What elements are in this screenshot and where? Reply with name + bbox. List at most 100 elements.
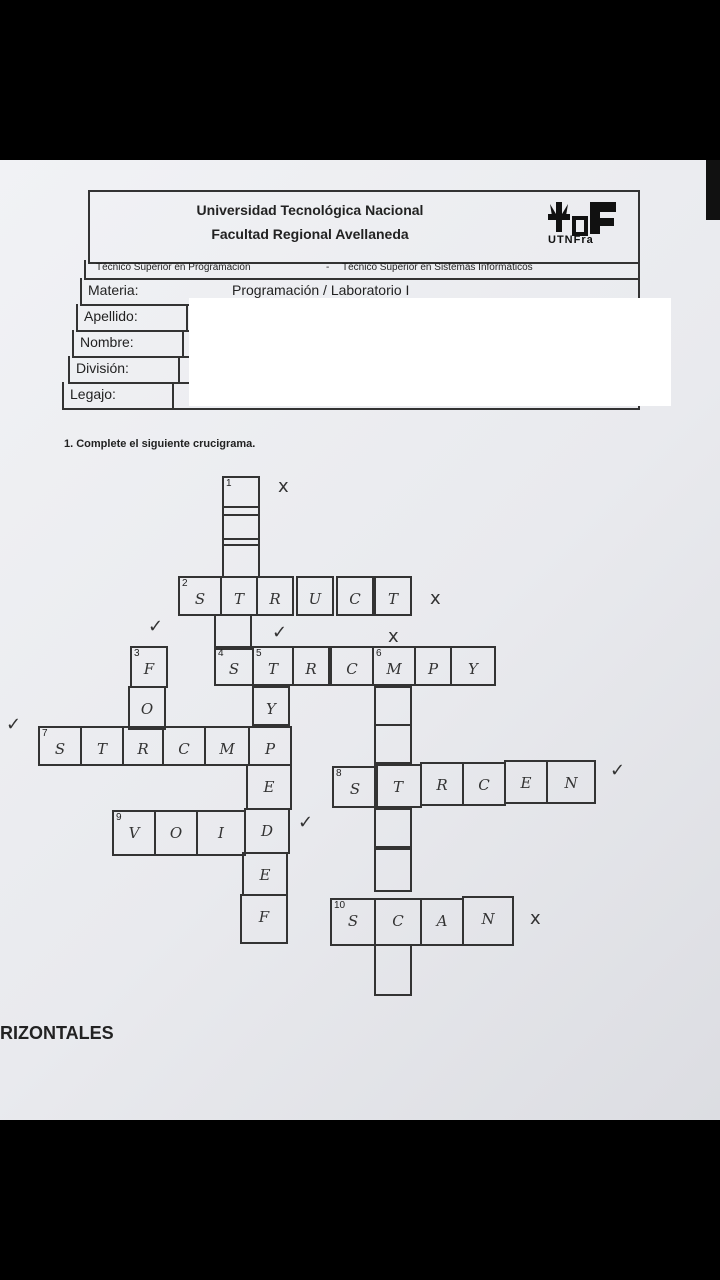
cell-letter: S <box>349 780 361 798</box>
exam-paper: Universidad Tecnológica Nacional Faculta… <box>0 160 720 1120</box>
crossword-cell: E <box>504 760 548 804</box>
careers-row: Técnico Superior en Programación - Técni… <box>84 260 640 280</box>
cell-letter: C <box>178 740 190 758</box>
cell-letter: V <box>128 824 140 842</box>
cell-letter: P <box>264 740 276 758</box>
cell-letter: R <box>269 590 281 608</box>
clue-number: 5 <box>256 648 262 659</box>
crossword-cell: P <box>248 726 292 766</box>
clue-number: 7 <box>42 728 48 739</box>
crossword-cell <box>374 686 412 726</box>
materia-value: Programación / Laboratorio I <box>232 282 410 298</box>
crossword-cell: I <box>196 810 246 856</box>
apellido-label: Apellido: <box>84 308 138 324</box>
crossword-cell <box>374 944 412 996</box>
cell-letter: C <box>346 660 358 678</box>
career-programming: Técnico Superior en Programación <box>96 262 251 273</box>
clue-number: 1 <box>226 478 232 489</box>
cell-letter: N <box>564 774 578 792</box>
crossword-cell: R <box>122 726 164 766</box>
cell-letter: I <box>218 824 224 842</box>
crossword-cell: C <box>330 646 374 686</box>
crossword-cell: U <box>296 576 334 616</box>
cell-letter: M <box>386 660 402 678</box>
legajo-divider <box>172 382 174 408</box>
crossword-cell: 10 S <box>330 898 376 946</box>
cell-letter: O <box>169 824 183 842</box>
crossword-cell <box>374 724 412 764</box>
legajo-label: Legajo: <box>70 386 116 402</box>
clue-number: 10 <box>334 900 346 911</box>
cell-letter: D <box>260 822 274 840</box>
crossword-cell: 7S <box>38 726 82 766</box>
check-mark: ✓ <box>148 616 164 637</box>
cell-letter: T <box>387 590 398 608</box>
crossword-cell: C <box>336 576 374 616</box>
logo-text: UTNFra <box>548 234 594 246</box>
crossword-cell: 9V <box>112 810 156 856</box>
crossword-cell: P <box>414 646 452 686</box>
clue-number: 2 <box>182 578 188 589</box>
cell-letter: C <box>478 776 490 794</box>
cell-letter: S <box>228 660 240 678</box>
nombre-divider <box>182 330 184 356</box>
division-divider <box>178 356 180 382</box>
crossword-cell <box>374 808 412 848</box>
cell-letter: O <box>140 700 154 718</box>
crossword-cell: 3F <box>130 646 168 688</box>
cell-letter: Y <box>468 660 478 678</box>
cell-letter: R <box>137 740 149 758</box>
cell-letter: U <box>308 590 322 608</box>
cell-letter: T <box>233 590 244 608</box>
cross-mark: x <box>388 626 399 647</box>
crossword-cell: T <box>374 576 412 616</box>
check-mark: ✓ <box>272 622 288 643</box>
crossword-cell: 2S <box>178 576 222 616</box>
cell-letter: A <box>436 912 448 930</box>
crossword-cell: T <box>80 726 124 766</box>
check-mark: ✓ <box>298 812 314 833</box>
clue-number: 8 <box>336 768 342 779</box>
crossword-cell <box>222 538 260 578</box>
cell-letter: R <box>436 776 448 794</box>
cell-letter: C <box>349 590 361 608</box>
cell-letter: E <box>263 778 275 796</box>
paper-edge-shadow <box>706 160 720 220</box>
cross-mark: x <box>530 908 541 929</box>
crossword-cell: R <box>420 762 464 806</box>
crossword-cell: E <box>242 852 288 896</box>
cross-mark: x <box>430 588 441 609</box>
apellido-divider <box>186 304 188 330</box>
cell-letter: F <box>258 908 270 926</box>
crossword-cell: 5T <box>252 646 294 686</box>
crossword-cell: Y <box>252 686 290 726</box>
cell-letter: C <box>392 912 404 930</box>
crossword-cell: N <box>462 896 514 946</box>
crossword-cell: D <box>244 808 290 854</box>
crossword-cell: A <box>420 898 464 946</box>
crossword-cell: 6M <box>372 646 416 686</box>
clue-number: 6 <box>376 648 382 659</box>
cell-letter: S <box>347 912 359 930</box>
crossword-cell: Y <box>450 646 496 686</box>
clue-number: 4 <box>218 648 224 659</box>
redaction-block <box>189 298 671 406</box>
check-mark: ✓ <box>610 760 626 781</box>
materia-label: Materia: <box>88 282 139 298</box>
cell-letter: Y <box>266 700 276 718</box>
question-text: 1. Complete el siguiente crucigrama. <box>64 438 256 450</box>
crossword-cell: E <box>246 764 292 810</box>
division-label: División: <box>76 360 129 376</box>
crossword-cell: 8S <box>332 766 378 808</box>
clue-number: 9 <box>116 812 122 823</box>
cell-letter: S <box>194 590 206 608</box>
faculty-name: Facultad Regional Avellaneda <box>211 226 409 242</box>
university-name: Universidad Tecnológica Nacional <box>196 202 424 218</box>
cell-letter: R <box>305 660 317 678</box>
crossword-cell: T <box>374 764 422 808</box>
clue-number: 3 <box>134 648 140 659</box>
cell-letter: F <box>143 660 155 678</box>
cell-letter: S <box>54 740 66 758</box>
crossword-cell: F <box>240 894 288 944</box>
crossword-cell: C <box>374 898 422 946</box>
